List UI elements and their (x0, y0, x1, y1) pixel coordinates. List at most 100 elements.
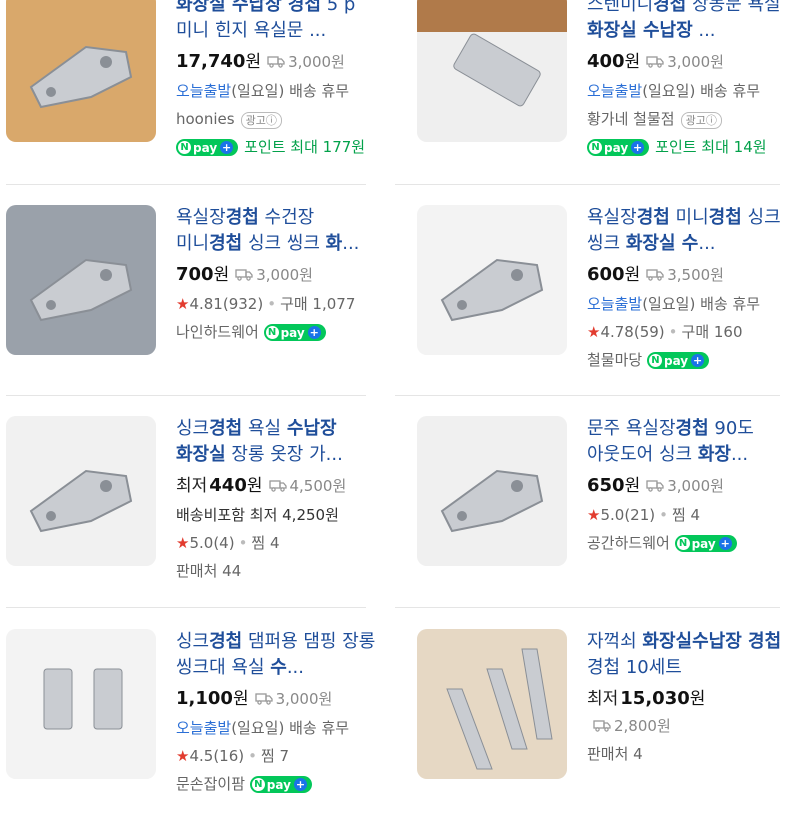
price: 600 (587, 264, 625, 285)
review-count: (21) (624, 506, 656, 524)
row-divider (395, 184, 780, 185)
product-image[interactable] (417, 629, 567, 779)
seller-count: 판매처 44 (176, 562, 242, 580)
product-title[interactable]: 욕실장경첩 수건장 미니경첩 싱크 씽크 화... (176, 205, 381, 257)
seller-count: 판매처 4 (587, 745, 643, 763)
seller-name[interactable]: 공간하드웨어 (587, 534, 670, 552)
product-card[interactable]: 싱크경첩 욕실 수납장 화장실 장롱 옷장 가... 최저 440 원 4,500원배송… (0, 416, 385, 616)
price-row: 400 원 3,000원 (587, 50, 724, 74)
review-count: (4) (213, 534, 235, 552)
product-image[interactable] (417, 416, 567, 566)
seller-name[interactable]: 철물마당 (587, 351, 642, 369)
price-row: 700 원 3,000원 (176, 264, 313, 285)
seller-name[interactable]: 황가네 철물점 (587, 110, 675, 128)
price: 650 (587, 475, 625, 496)
product-title[interactable]: 문주 욕실장경첩 90도 아웃도어 싱크 화장... (587, 416, 785, 468)
delivery-note: (일요일) 배송 휴무 (642, 295, 761, 313)
price-prefix: 최저 (587, 689, 619, 709)
product-title[interactable]: 싱크경첩 댐퍼용 댐핑 장롱 씽크대 욕실 수... (176, 629, 381, 681)
truck-icon (254, 693, 273, 705)
today-ship-label: 오늘출발 (587, 295, 643, 313)
product-image[interactable] (6, 205, 156, 355)
info-line: 오늘출발(일요일) 배송 휴무 (176, 80, 381, 102)
price: 15,030 (620, 688, 690, 709)
info-line: ★5.0(21) • 찜 4 (587, 506, 701, 524)
product-image[interactable] (6, 0, 156, 142)
purchase-count: 찜 4 (251, 534, 280, 552)
delivery-note: (일요일) 배송 휴무 (231, 719, 350, 737)
seller-name[interactable]: 문손잡이팜 (176, 775, 245, 793)
star-icon: ★ (587, 323, 601, 341)
product-info: 스텐미니경첩 장농문 욕실 화장실 수납장 ... 400 원 3,000원 오늘출발(… (587, 0, 785, 158)
product-image[interactable] (417, 0, 567, 142)
product-info: 싱크경첩 댐퍼용 댐핑 장롱 씽크대 욕실 수... 1,100 원 3,000원오늘… (176, 629, 381, 795)
info-line: 문손잡이팜 Npay + (176, 773, 381, 795)
price-row: 17,740 원 3,000원 (176, 51, 345, 72)
star-icon: ★ (587, 506, 601, 524)
truck-icon (235, 269, 253, 281)
rating-score: 4.78 (600, 323, 634, 341)
shipping-fee: 3,000원 (254, 687, 332, 711)
row-divider (395, 607, 780, 608)
purchase-count: 구매 160 (681, 323, 743, 341)
product-title[interactable]: 자꺽쇠 화장실수납장 경첩 경첩 10세트 (587, 629, 785, 681)
product-card[interactable]: 욕실장경첩 미니경첩 싱크 씽크 화장실 수... 600 원 3,500원 오늘출발(… (411, 205, 785, 405)
info-line: Npay + 포인트 최대 177원 (176, 136, 381, 158)
truck-icon (646, 269, 664, 281)
row-divider (6, 607, 366, 608)
today-ship-label: 오늘출발 (176, 719, 232, 737)
price: 700 (176, 264, 214, 285)
info-line: ★4.81(932) • 구매 1,077 (176, 295, 356, 313)
product-card[interactable]: 욕실장경첩 수건장 미니경첩 싱크 씽크 화... 700 원 3,000원 ★4.81… (0, 205, 385, 405)
product-image[interactable] (6, 629, 156, 779)
truck-icon (268, 480, 287, 492)
star-icon: ★ (176, 534, 190, 552)
info-line: 철물마당 Npay + (587, 349, 785, 371)
info-line: 판매처 44 (176, 560, 381, 582)
npay-badge: Npay + (646, 352, 710, 369)
shipping-fee: 4,500원 (268, 474, 346, 498)
product-title[interactable]: 욕실장경첩 미니경첩 싱크 씽크 화장실 수... (587, 205, 785, 257)
seller-name[interactable]: 나인하드웨어 (176, 323, 259, 341)
npay-badge: Npay + (176, 139, 239, 156)
info-line: ★5.0(4) • 찜 4 (176, 534, 280, 552)
ad-badge: 광고ⓘ (680, 112, 722, 129)
info-line: 황가네 철물점 광고ⓘ (587, 108, 785, 130)
product-card[interactable]: 싱크경첩 댐퍼용 댐핑 장롱 씽크대 욕실 수... 1,100 원 3,000원오늘… (0, 629, 385, 829)
rating-score: 5.0 (600, 506, 625, 524)
review-count: (59) (633, 323, 665, 341)
price-row: 1,100 원 3,000원 (176, 687, 333, 711)
product-title[interactable]: 스텐미니경첩 장농문 욕실 화장실 수납장 ... (587, 0, 785, 44)
product-title[interactable]: 싱크경첩 욕실 수납장 화장실 장롱 옷장 가... (176, 416, 381, 468)
rating-score: 4.5 (189, 747, 214, 765)
price-row: 650 원 3,000원 (587, 475, 724, 496)
product-image[interactable] (6, 416, 156, 566)
price-row: 최저 440 원 4,500원 (176, 474, 347, 498)
product-title[interactable]: 화장실 수납장 경첩 5 p 미니 힌지 욕실문 ... (176, 0, 381, 44)
info-line: ★4.5(16) • 찜 7 (176, 747, 290, 765)
shipping-fee: 3,500원 (646, 263, 724, 287)
info-line: 오늘출발(일요일) 배송 휴무 (587, 293, 785, 315)
shipping-fee: 3,000원 (646, 50, 724, 74)
product-image[interactable] (417, 205, 567, 355)
today-ship-label: 오늘출발 (176, 82, 232, 100)
info-line: 판매처 4 (587, 743, 785, 765)
info-text: 배송비포함 최저 4,250원 (176, 506, 339, 524)
price: 1,100 (176, 688, 233, 709)
product-info: 욕실장경첩 수건장 미니경첩 싱크 씽크 화... 700 원 3,000원 ★4.81… (176, 205, 381, 343)
product-info: 화장실 수납장 경첩 5 p 미니 힌지 욕실문 ... 17,740 원 3,000… (176, 0, 381, 158)
point-text: 포인트 최대 14원 (655, 138, 767, 156)
product-info: 싱크경첩 욕실 수납장 화장실 장롱 옷장 가... 최저 440 원 4,500원배송… (176, 416, 381, 582)
row-divider (6, 184, 366, 185)
truck-icon (646, 480, 664, 492)
product-card[interactable]: 화장실 수납장 경첩 5 p 미니 힌지 욕실문 ... 17,740 원 3,000… (0, 0, 385, 192)
info-line: hoonies 광고ⓘ (176, 108, 381, 130)
product-card[interactable]: 문주 욕실장경첩 90도 아웃도어 싱크 화장... 650 원 3,000원 ★5.0… (411, 416, 785, 616)
star-icon: ★ (176, 295, 190, 313)
seller-name[interactable]: hoonies (176, 110, 235, 128)
info-line: 공간하드웨어 Npay + (587, 532, 785, 554)
product-info: 욕실장경첩 미니경첩 싱크 씽크 화장실 수... 600 원 3,500원 오늘출발(… (587, 205, 785, 371)
product-card[interactable]: 자꺽쇠 화장실수납장 경첩 경첩 10세트 최저 15,030 원 2,800원 판매처 … (411, 629, 785, 829)
star-icon: ★ (176, 747, 190, 765)
product-card[interactable]: 스텐미니경첩 장농문 욕실 화장실 수납장 ... 400 원 3,000원 오늘출발(… (411, 0, 785, 192)
